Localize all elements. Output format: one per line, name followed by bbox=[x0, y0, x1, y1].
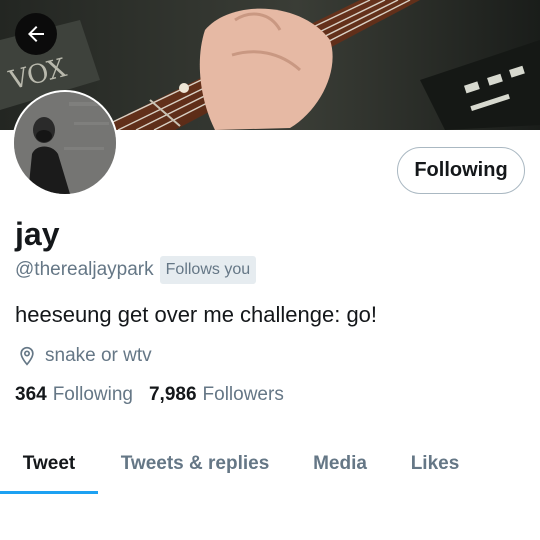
profile-bio: heeseung get over me challenge: go! bbox=[15, 302, 378, 327]
tab-tweets[interactable]: Tweet bbox=[0, 435, 98, 492]
followers-count: 7,986 bbox=[148, 384, 197, 405]
following-button[interactable]: Following bbox=[397, 147, 525, 194]
location-text: snake or wtv bbox=[45, 345, 152, 366]
followers-label: Followers bbox=[202, 384, 284, 405]
tab-likes[interactable]: Likes bbox=[398, 435, 472, 492]
tab-media[interactable]: Media bbox=[298, 435, 382, 492]
profile-tabs: Tweet Tweets & replies Media Likes bbox=[0, 435, 540, 495]
followers-stat[interactable]: 7,986 Followers bbox=[149, 381, 284, 409]
location-pin-icon bbox=[20, 346, 34, 366]
handle-row: @therealjaypark Follows you bbox=[15, 256, 257, 284]
stats-row: 364 Following 7,986 Followers bbox=[15, 381, 284, 409]
profile-handle: @therealjaypark bbox=[15, 259, 154, 280]
back-button[interactable] bbox=[15, 13, 57, 55]
arrow-left-icon bbox=[28, 26, 44, 42]
following-label: Following bbox=[52, 384, 133, 405]
active-tab-indicator bbox=[0, 491, 98, 494]
avatar-image bbox=[14, 92, 116, 194]
follows-you-badge: Follows you bbox=[159, 256, 257, 284]
profile-name: jay bbox=[15, 216, 60, 252]
tab-tweets-replies[interactable]: Tweets & replies bbox=[108, 435, 282, 492]
profile-location: snake or wtv bbox=[17, 343, 152, 369]
following-stat[interactable]: 364 Following bbox=[15, 381, 133, 409]
avatar[interactable] bbox=[12, 90, 118, 196]
following-count: 364 bbox=[15, 384, 47, 405]
